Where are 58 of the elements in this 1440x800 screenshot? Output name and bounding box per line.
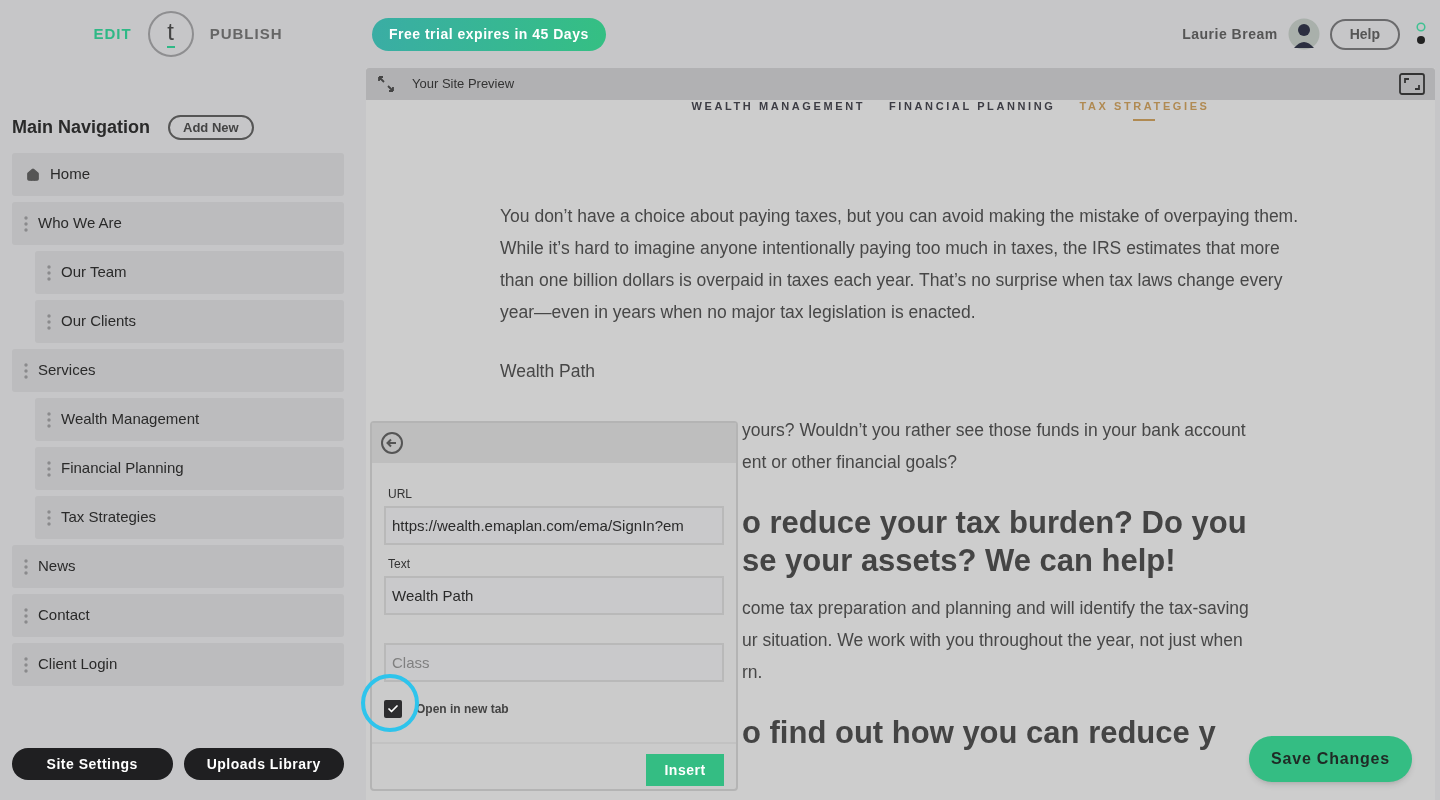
collapse-icon[interactable] [376,74,396,94]
site-nav-link[interactable]: FINANCIAL PLANNING [889,100,1056,112]
body-text: come tax preparation and planning and will identify the tax-saving [742,597,1250,620]
drag-handle-icon[interactable] [47,264,51,281]
body-text: ent or other financial goals? [742,451,958,474]
heading-text: se your assets? We can help! [742,542,1177,580]
nav-item[interactable]: Our Team [35,251,344,294]
home-icon [26,167,40,182]
nav-item[interactable]: Contact [12,594,344,637]
highlight-ring [361,674,419,732]
drag-handle-icon[interactable] [24,215,28,232]
sidebar-button[interactable]: Uploads Library [183,748,344,780]
user-name: Laurie Bream [1182,24,1278,44]
url-field[interactable]: https://wealth.emaplan.com/ema/SignIn?em [384,506,724,545]
nav-item[interactable]: Our Clients [35,300,344,343]
add-new-button[interactable]: Add New [168,114,254,141]
url-label: URL [388,486,413,503]
check-icon [387,703,399,715]
body-text: rn. [742,661,764,684]
nav-item[interactable]: Tax Strategies [35,496,344,539]
preview-title: Your Site Preview [412,75,515,94]
drag-handle-icon[interactable] [24,607,28,624]
drag-handle-icon[interactable] [24,362,28,379]
nav-item[interactable]: Who We Are [12,202,344,245]
drag-handle-icon[interactable] [24,656,28,673]
body-text: yours? Wouldn’t you rather see those funds in your bank account [742,419,1247,442]
avatar[interactable] [1287,18,1320,50]
checkbox[interactable] [384,700,402,718]
trial-badge: Free trial expires in 45 Days [372,17,606,51]
back-icon[interactable] [381,432,403,454]
sidebar-title: Main Navigation [12,116,150,139]
sidebar-button[interactable]: Site Settings [12,748,173,780]
save-changes-button[interactable]: Save Changes [1249,736,1412,782]
nav-item[interactable]: Services [12,349,344,392]
drag-handle-icon[interactable] [47,460,51,477]
fullscreen-icon[interactable] [1399,73,1425,95]
body-text: ur situation. We work with you throughout the year, not just when [742,629,1244,652]
drag-handle-icon[interactable] [47,313,51,330]
logo: t [147,11,194,57]
status-dots-icon [1416,22,1426,46]
nav-item[interactable]: Client Login [12,643,344,686]
heading-text: o reduce your tax burden? Do you [742,504,1248,542]
checkbox-label: Open in new tab [416,701,509,718]
drag-handle-icon[interactable] [24,558,28,575]
nav-item[interactable]: Financial Planning [35,447,344,490]
nav-item[interactable]: News [12,545,344,588]
nav-item[interactable]: Home [12,153,344,196]
text-label: Text [388,556,411,573]
site-nav-link[interactable]: WEALTH MANAGEMENT [691,100,866,112]
body-paragraph: You don’t have a choice about paying taxes, but you can avoid making the mistake of overpaying them. While it’s hard to imagine anyone intentionally paying too much in taxes, the IRS estimates that more than one billion dollars is overpaid in taxes each year. That’s no surprise when tax laws change every year—even in years when no major tax legislation is enacted. [500,205,1300,324]
nav-item[interactable]: Wealth Management [35,398,344,441]
text-field[interactable]: Wealth Path [384,576,724,615]
class-field[interactable]: Class [384,643,724,682]
help-button[interactable]: Help [1329,18,1400,50]
drag-handle-icon[interactable] [47,509,51,526]
drag-handle-icon[interactable] [47,411,51,428]
heading-text: o find out how you can reduce y [742,714,1217,752]
body-paragraph: Wealth Path [500,360,596,383]
